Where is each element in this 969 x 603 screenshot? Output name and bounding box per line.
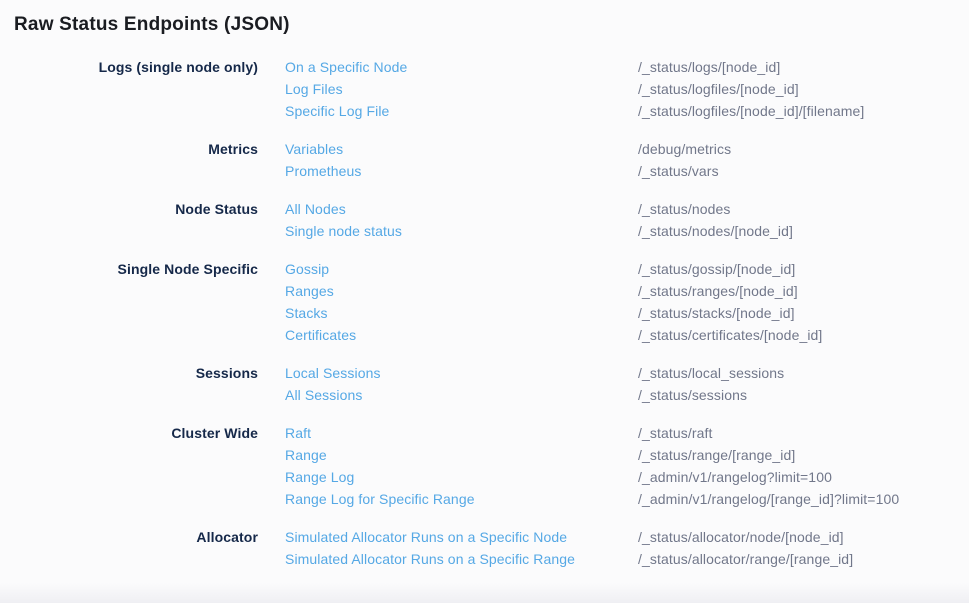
endpoint-group: Logs (single node only) On a Specific No…	[14, 56, 969, 122]
endpoint-links-column: All NodesSingle node status	[285, 198, 638, 242]
group-category-label: Metrics	[14, 138, 258, 160]
endpoint-link[interactable]: Specific Log File	[285, 100, 638, 122]
endpoint-path: /_status/logfiles/[node_id]/[filename]	[638, 100, 969, 122]
endpoint-link[interactable]: Prometheus	[285, 160, 638, 182]
endpoint-link[interactable]: Ranges	[285, 280, 638, 302]
endpoint-link[interactable]: Single node status	[285, 220, 638, 242]
endpoint-links-column: Local SessionsAll Sessions	[285, 362, 638, 406]
endpoint-link[interactable]: All Sessions	[285, 384, 638, 406]
group-category-label: Logs (single node only)	[14, 56, 258, 78]
endpoint-link[interactable]: Range Log	[285, 466, 638, 488]
endpoint-path: /_status/allocator/range/[range_id]	[638, 548, 969, 570]
endpoint-group: Sessions Local SessionsAll Sessions /_st…	[14, 362, 969, 406]
raw-status-endpoints-page: Raw Status Endpoints (JSON) Logs (single…	[0, 0, 969, 570]
endpoint-link[interactable]: All Nodes	[285, 198, 638, 220]
endpoint-path: /_status/nodes/[node_id]	[638, 220, 969, 242]
endpoint-link[interactable]: On a Specific Node	[285, 56, 638, 78]
group-category-label: Node Status	[14, 198, 258, 220]
endpoint-path: /_status/allocator/node/[node_id]	[638, 526, 969, 548]
endpoint-link[interactable]: Variables	[285, 138, 638, 160]
endpoint-link[interactable]: Certificates	[285, 324, 638, 346]
endpoint-link[interactable]: Gossip	[285, 258, 638, 280]
endpoint-path: /_status/ranges/[node_id]	[638, 280, 969, 302]
endpoint-path: /_status/local_sessions	[638, 362, 969, 384]
endpoint-path: /_status/raft	[638, 422, 969, 444]
endpoint-path: /_status/sessions	[638, 384, 969, 406]
endpoint-path: /_status/certificates/[node_id]	[638, 324, 969, 346]
endpoint-path: /_status/nodes	[638, 198, 969, 220]
endpoint-links-column: Simulated Allocator Runs on a Specific N…	[285, 526, 638, 570]
endpoint-paths-column: /debug/metrics/_status/vars	[638, 138, 969, 182]
endpoint-group: Metrics VariablesPrometheus /debug/metri…	[14, 138, 969, 182]
endpoint-link[interactable]: Simulated Allocator Runs on a Specific R…	[285, 548, 638, 570]
group-category-label: Sessions	[14, 362, 258, 384]
endpoint-paths-column: /_status/allocator/node/[node_id]/_statu…	[638, 526, 969, 570]
endpoint-paths-column: /_status/logs/[node_id]/_status/logfiles…	[638, 56, 969, 122]
endpoint-group: Allocator Simulated Allocator Runs on a …	[14, 526, 969, 570]
endpoint-paths-column: /_status/local_sessions/_status/sessions	[638, 362, 969, 406]
endpoint-path: /_status/logs/[node_id]	[638, 56, 969, 78]
endpoint-link[interactable]: Log Files	[285, 78, 638, 100]
page-bottom-shade	[0, 583, 969, 603]
endpoint-path: /_status/stacks/[node_id]	[638, 302, 969, 324]
endpoint-path: /_admin/v1/rangelog/[range_id]?limit=100	[638, 488, 969, 510]
endpoint-group: Single Node Specific GossipRangesStacksC…	[14, 258, 969, 346]
endpoint-paths-column: /_status/gossip/[node_id]/_status/ranges…	[638, 258, 969, 346]
endpoint-links-column: GossipRangesStacksCertificates	[285, 258, 638, 346]
group-category-label: Cluster Wide	[14, 422, 258, 444]
endpoint-groups: Logs (single node only) On a Specific No…	[14, 56, 969, 570]
endpoint-link[interactable]: Stacks	[285, 302, 638, 324]
endpoint-links-column: RaftRangeRange LogRange Log for Specific…	[285, 422, 638, 510]
group-category-label: Single Node Specific	[14, 258, 258, 280]
endpoint-link[interactable]: Simulated Allocator Runs on a Specific N…	[285, 526, 638, 548]
endpoint-links-column: VariablesPrometheus	[285, 138, 638, 182]
endpoint-paths-column: /_status/raft/_status/range/[range_id]/_…	[638, 422, 969, 510]
endpoint-links-column: On a Specific NodeLog FilesSpecific Log …	[285, 56, 638, 122]
page-title: Raw Status Endpoints (JSON)	[14, 14, 969, 36]
endpoint-group: Cluster Wide RaftRangeRange LogRange Log…	[14, 422, 969, 510]
endpoint-path: /debug/metrics	[638, 138, 969, 160]
endpoint-link[interactable]: Raft	[285, 422, 638, 444]
endpoint-link[interactable]: Local Sessions	[285, 362, 638, 384]
endpoint-path: /_status/gossip/[node_id]	[638, 258, 969, 280]
endpoint-path: /_status/vars	[638, 160, 969, 182]
endpoint-path: /_status/range/[range_id]	[638, 444, 969, 466]
endpoint-path: /_admin/v1/rangelog?limit=100	[638, 466, 969, 488]
endpoint-path: /_status/logfiles/[node_id]	[638, 78, 969, 100]
group-category-label: Allocator	[14, 526, 258, 548]
endpoint-paths-column: /_status/nodes/_status/nodes/[node_id]	[638, 198, 969, 242]
endpoint-link[interactable]: Range	[285, 444, 638, 466]
endpoint-link[interactable]: Range Log for Specific Range	[285, 488, 638, 510]
endpoint-group: Node Status All NodesSingle node status …	[14, 198, 969, 242]
